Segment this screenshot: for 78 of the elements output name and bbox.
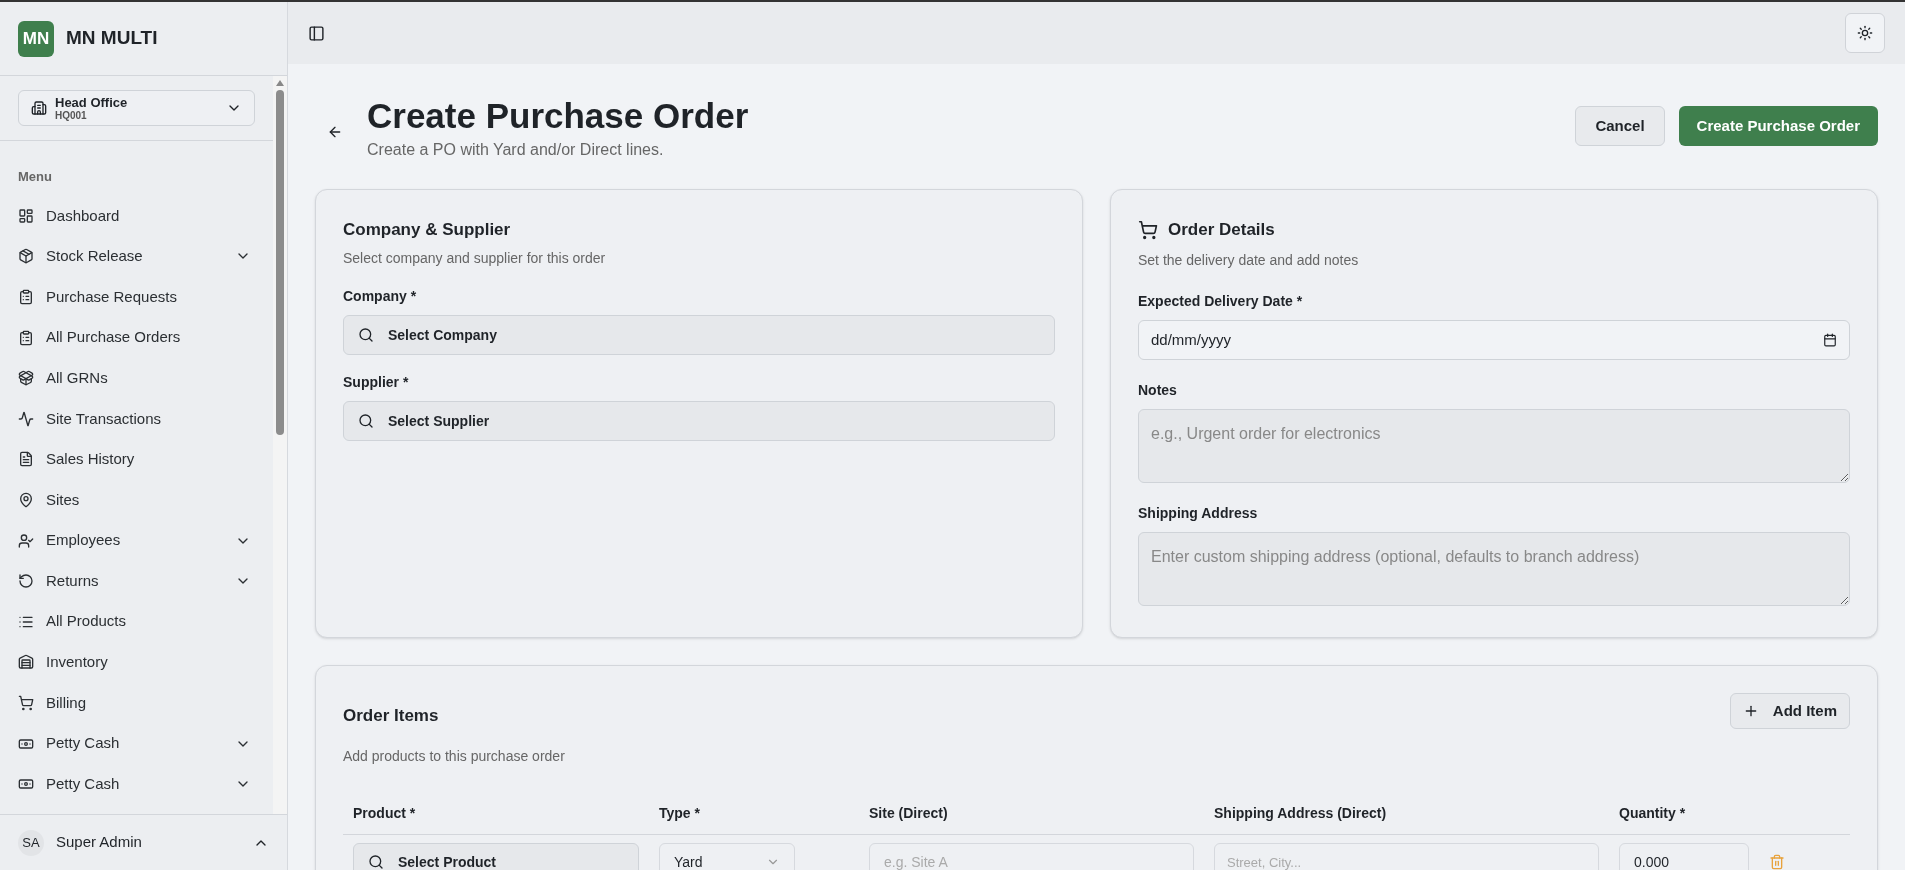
select-field[interactable]: Select Company	[343, 315, 1055, 356]
field-label: Shipping Address	[1138, 504, 1259, 524]
card-title: Company & Supplier	[343, 218, 512, 241]
column-header: Shipping Address (Direct)	[1214, 805, 1387, 822]
map-pin-icon	[18, 491, 34, 508]
sidebar-item[interactable]: All Products	[18, 601, 255, 643]
page-subtitle: Create a PO with Yard and/or Direct lines.	[367, 139, 665, 160]
sidebar-item[interactable]: Billing	[18, 682, 255, 724]
column-header: Quantity *	[1619, 805, 1686, 822]
branch-name: Head Office	[55, 95, 129, 109]
product-select[interactable]: Select Product	[353, 843, 639, 870]
column-header: Site (Direct)	[869, 805, 948, 822]
quantity-field[interactable]: 0.000	[1619, 843, 1749, 870]
cancel-button[interactable]: Cancel	[1575, 106, 1665, 146]
sidebar-item[interactable]: Petty Cash	[18, 763, 255, 805]
back-arrow-icon[interactable]	[327, 124, 343, 140]
package-icon	[18, 370, 34, 387]
add-item-button[interactable]: Add Item	[1729, 692, 1850, 729]
brand-name: MN MULTI	[66, 26, 158, 51]
box-icon	[18, 248, 34, 265]
building-icon	[31, 100, 47, 116]
menu-heading: Menu	[18, 168, 53, 186]
card-title: Order Items	[343, 704, 440, 727]
field-label: Company *	[343, 287, 418, 307]
field-label: Supplier *	[343, 373, 410, 393]
date-field[interactable]: dd/mm/yyyy	[1138, 320, 1850, 361]
sidebar-item[interactable]: Purchase Requests	[18, 276, 255, 318]
rotate-icon	[18, 573, 34, 590]
cart-icon	[18, 694, 34, 711]
scrollbar[interactable]	[273, 76, 287, 814]
activity-icon	[18, 410, 34, 427]
user-check-icon	[18, 532, 34, 549]
sidebar-item[interactable]: Dashboard	[18, 195, 255, 237]
search-icon	[358, 413, 374, 430]
sun-icon	[1857, 25, 1873, 41]
search-icon	[368, 854, 384, 870]
branch-code: HQ001	[55, 110, 88, 121]
calendar-icon	[1823, 333, 1837, 348]
shipping-address-field[interactable]: Street, City...	[1214, 843, 1599, 870]
column-header: Type *	[659, 805, 700, 822]
user-avatar: SA	[18, 829, 44, 856]
column-header: Product *	[353, 805, 416, 822]
cart-icon	[1138, 219, 1158, 240]
document-icon	[18, 451, 34, 468]
user-name[interactable]: Super Admin	[56, 831, 241, 854]
sidebar-item[interactable]: All Purchase Orders	[18, 317, 255, 358]
sidebar-item[interactable]: Inventory	[18, 642, 255, 683]
select-field[interactable]: Select Supplier	[343, 401, 1055, 442]
brand-logo: MN	[18, 20, 54, 57]
card-description: Select company and supplier for this order	[343, 249, 607, 269]
branch-selector[interactable]: Head Office HQ001	[18, 90, 255, 126]
sidebar-item[interactable]: Stock Release	[18, 236, 255, 277]
notes-field[interactable]: e.g., Urgent order for electronics	[1138, 409, 1850, 484]
page-title: Create Purchase Order	[367, 95, 749, 137]
site-field[interactable]: e.g. Site A	[869, 843, 1194, 870]
sidebar-toggle-icon[interactable]	[308, 24, 325, 42]
field-label: Expected Delivery Date *	[1138, 292, 1304, 312]
sidebar-item[interactable]: All GRNs	[18, 357, 255, 399]
create-purchase-order-button[interactable]: Create Purchase Order	[1678, 106, 1878, 146]
sidebar-item[interactable]: Employees	[18, 520, 255, 561]
card-title: Order Details	[1168, 218, 1275, 241]
sidebar-item[interactable]: Sales History	[18, 439, 255, 480]
sidebar-item[interactable]: Petty Cash	[18, 723, 255, 764]
theme-toggle-button[interactable]	[1845, 13, 1885, 53]
clipboard-icon	[18, 329, 34, 346]
warehouse-icon	[18, 654, 34, 671]
shipping-address-field[interactable]: Enter custom shipping address (optional, defaults to branch address)	[1138, 532, 1850, 607]
card-description: Add products to this purchase order	[343, 747, 565, 767]
sidebar-item[interactable]: Returns	[18, 560, 255, 602]
sidebar-item[interactable]: Sites	[18, 479, 255, 521]
sidebar-item[interactable]: Site Transactions	[18, 398, 255, 440]
scroll-up-icon[interactable]	[276, 80, 284, 86]
dashboard-icon	[18, 207, 34, 224]
card-description: Set the delivery date and add notes	[1138, 251, 1360, 271]
field-label: Notes	[1138, 381, 1178, 401]
clipboard-icon	[18, 289, 34, 305]
type-select[interactable]: Yard	[659, 843, 795, 870]
search-icon	[358, 327, 374, 344]
